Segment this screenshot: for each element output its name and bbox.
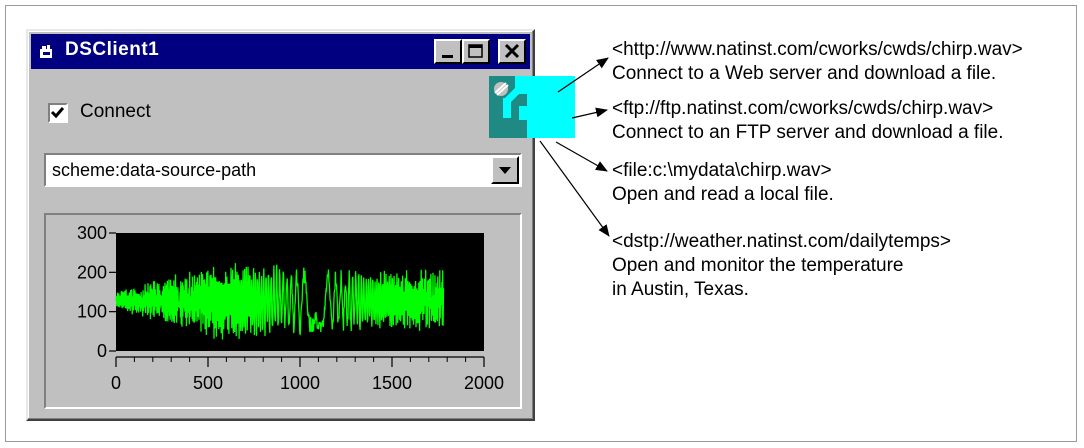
annotation-url: <dstp://weather.natinst.com/dailytemps> <box>612 231 952 252</box>
annotation-url: <http://www.natinst.com/cworks/cwds/chir… <box>612 39 1023 60</box>
annotation-dstp: <dstp://weather.natinst.com/dailytemps> … <box>612 230 951 302</box>
annotation-desc: Connect to a Web server and download a f… <box>612 63 997 84</box>
annotation-http: <http://www.natinst.com/cworks/cwds/chir… <box>612 38 1023 86</box>
annotation-desc: Connect to an FTP server and download a … <box>612 122 1004 143</box>
annotation-url: <file:c:\mydata\chirp.wav> <box>612 160 832 181</box>
annotation-desc-2: in Austin, Texas. <box>612 279 749 300</box>
annotation-ftp: <ftp://ftp.natinst.com/cworks/cwds/chirp… <box>612 97 1004 145</box>
annotation-desc: Open and monitor the temperature <box>612 255 904 276</box>
annotation-desc: Open and read a local file. <box>612 184 834 205</box>
annotation-url: <ftp://ftp.natinst.com/cworks/cwds/chirp… <box>612 98 994 119</box>
annotation-file: <file:c:\mydata\chirp.wav> Open and read… <box>612 159 834 207</box>
